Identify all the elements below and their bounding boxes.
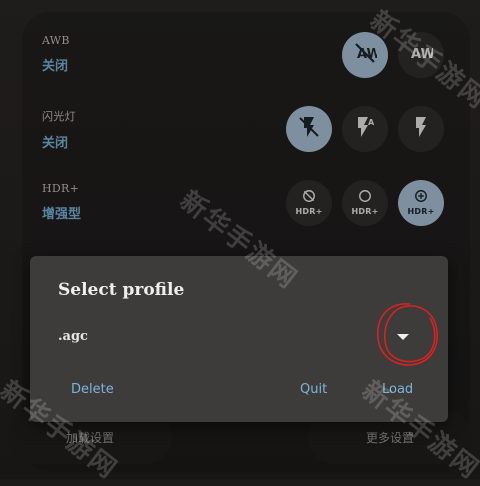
load-button[interactable]: Load: [382, 382, 413, 397]
dialog-title: Select profile: [58, 280, 185, 300]
profile-dropdown-button[interactable]: [386, 322, 420, 352]
quit-button[interactable]: Quit: [300, 382, 327, 397]
select-profile-dialog: Select profile .agc Delete Quit Load: [30, 256, 448, 422]
delete-button[interactable]: Delete: [71, 382, 114, 397]
profile-select-value[interactable]: .agc: [58, 329, 88, 344]
chevron-down-icon: [397, 334, 409, 340]
